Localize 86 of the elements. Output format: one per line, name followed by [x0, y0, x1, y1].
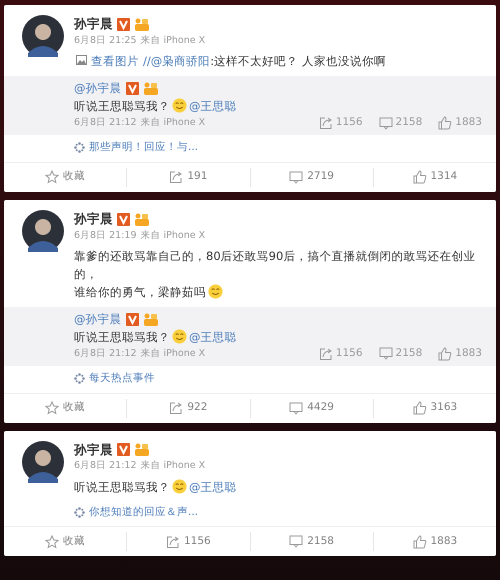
smiley-icon — [208, 284, 223, 299]
repost-icon — [166, 534, 180, 549]
repost-count: 1156 — [336, 346, 363, 361]
post-text: 谁给你的勇气，梁静茹吗 — [74, 284, 206, 301]
mention-link[interactable]: @王思聪 — [189, 480, 236, 494]
post-text: 听说王思聪骂我？ — [74, 329, 170, 346]
repost-button[interactable]: 191 — [126, 168, 250, 187]
avatar — [22, 15, 64, 57]
star-icon — [45, 401, 60, 415]
repost-icon — [169, 401, 184, 415]
mention-link[interactable]: @王思聪 — [189, 330, 236, 344]
comment-button[interactable]: 2719 — [250, 168, 373, 187]
topic-link[interactable]: 每天热点事件 — [89, 370, 155, 386]
verified-icon — [117, 18, 130, 31]
post-text: 听说王思聪骂我？ — [74, 98, 170, 116]
comment-button[interactable]: 4429 — [250, 398, 373, 418]
post-source: 来自 iPhone X — [140, 34, 206, 48]
thumbs-up-icon — [412, 170, 426, 184]
repost-icon — [169, 170, 184, 184]
view-image-link[interactable]: 查看图片 — [91, 54, 139, 68]
post-source: 来自 iPhone X — [140, 459, 206, 474]
post-time: 6月8日 21:12 — [74, 346, 136, 361]
favorite-button[interactable]: 收藏 — [4, 527, 126, 556]
post-source: 来自 iPhone X — [140, 228, 206, 242]
topic-link[interactable]: 那些声明！回应！与... — [89, 140, 198, 156]
post-time: 6月8日 21:19 — [74, 228, 136, 242]
favorite-button[interactable]: 收藏 — [4, 162, 126, 192]
star-icon — [45, 534, 60, 549]
post-text: :这样不太好吧？ 人家也没说你啊 — [210, 53, 386, 70]
image-icon — [76, 55, 87, 65]
like-icon — [438, 346, 452, 361]
star-icon — [45, 170, 60, 184]
post-source: 来自 iPhone X — [140, 346, 206, 361]
avatar — [22, 210, 64, 252]
comment-icon — [378, 347, 393, 360]
comment-button[interactable]: 2158 — [250, 532, 373, 552]
comment-icon — [289, 535, 304, 548]
verified-icon — [117, 212, 130, 226]
topic-icon — [74, 142, 85, 154]
repost-icon — [318, 116, 333, 130]
like-count: 1883 — [455, 346, 482, 361]
mention-link[interactable]: @王思聪 — [189, 99, 236, 114]
member-icon — [142, 312, 158, 326]
post-time: 6月8日 21:12 — [74, 116, 136, 130]
post-text: 听说王思聪骂我？ — [74, 478, 170, 496]
comment-icon — [378, 116, 393, 130]
thumbs-up-icon — [412, 534, 426, 549]
post-text: 靠爹的还敢骂靠自己的，80后还敢骂90后，搞个直播就倒闭的敢骂还在创业的， — [74, 248, 476, 283]
topic-icon — [74, 506, 85, 518]
comment-count: 2158 — [396, 115, 422, 130]
topic-link[interactable]: 你想知道的回应＆声... — [89, 504, 198, 520]
quoted-author[interactable]: @孙宇晨 — [74, 310, 122, 328]
smiley-icon — [172, 478, 187, 494]
author-name[interactable]: 孙宇晨 — [74, 15, 113, 34]
repost-icon — [318, 346, 333, 361]
repost-button[interactable]: 922 — [126, 398, 250, 418]
author-name[interactable]: 孙宇晨 — [74, 210, 113, 228]
post-source: 来自 iPhone X — [140, 116, 206, 130]
member-icon — [142, 82, 158, 96]
favorite-button[interactable]: 收藏 — [4, 394, 126, 422]
like-count: 1883 — [455, 115, 482, 130]
post-time: 6月8日 21:12 — [74, 459, 136, 474]
like-icon — [438, 116, 452, 130]
thumbs-up-icon — [412, 401, 426, 415]
smiley-icon — [172, 329, 187, 344]
member-icon — [134, 18, 150, 31]
comment-icon — [289, 402, 304, 414]
repost-count: 1156 — [336, 115, 363, 130]
verified-icon — [126, 312, 138, 326]
verified-icon — [117, 443, 130, 456]
comment-count: 2158 — [396, 346, 422, 361]
member-icon — [134, 212, 150, 226]
post-time: 6月8日 21:25 — [74, 34, 136, 48]
mention-link[interactable]: //@枭商骄阳 — [143, 54, 210, 68]
verified-icon — [126, 82, 138, 96]
like-button[interactable]: 3163 — [372, 398, 496, 418]
member-icon — [134, 443, 150, 456]
quoted-author[interactable]: @孙宇晨 — [74, 80, 122, 98]
repost-button[interactable]: 1156 — [126, 532, 250, 552]
topic-icon — [74, 373, 85, 384]
smiley-icon — [172, 98, 187, 114]
comment-icon — [289, 170, 304, 184]
like-button[interactable]: 1314 — [372, 168, 496, 187]
avatar — [22, 440, 64, 482]
like-button[interactable]: 1883 — [372, 532, 496, 552]
author-name[interactable]: 孙宇晨 — [74, 440, 113, 460]
